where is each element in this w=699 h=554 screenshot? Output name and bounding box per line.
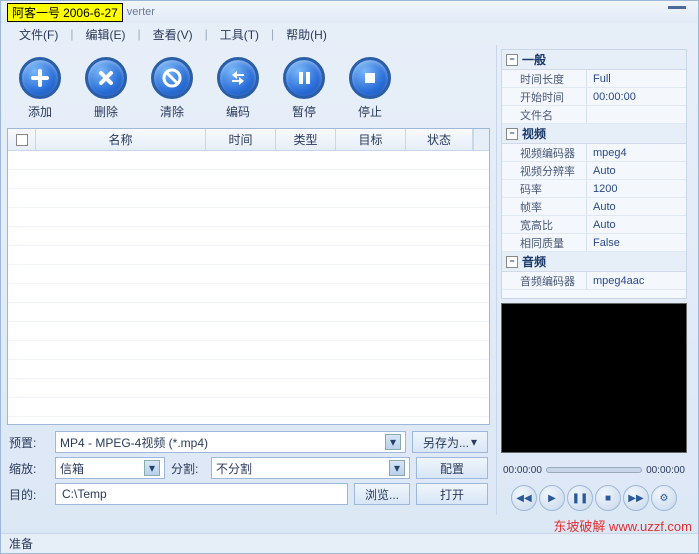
badge: 阿客一号 2006-6-27	[7, 3, 123, 22]
grid-body[interactable]	[8, 151, 489, 424]
add-button[interactable]: 添加	[19, 57, 61, 120]
player-next-button[interactable]: ▶▶	[623, 485, 649, 511]
browse-button[interactable]: 浏览...	[354, 483, 410, 505]
watermark: 东坡破解 www.uzzf.com	[553, 516, 692, 535]
minimize-button[interactable]	[668, 5, 686, 9]
clear-button[interactable]: 清除	[151, 57, 193, 120]
preset-label: 预置:	[9, 434, 49, 451]
chevron-down-icon: ▾	[389, 460, 405, 476]
file-grid[interactable]: 名称 时间 类型 目标 状态	[7, 128, 490, 425]
collapse-icon[interactable]: −	[506, 128, 518, 140]
player-stop-button[interactable]: ■	[595, 485, 621, 511]
video-preview	[501, 303, 687, 453]
col-status[interactable]: 状态	[406, 129, 473, 150]
titlebar: 阿客一号 2006-6-27 verter	[1, 1, 698, 23]
collapse-icon[interactable]: −	[506, 256, 518, 268]
col-type[interactable]: 类型	[276, 129, 336, 150]
player-settings-button[interactable]: ⚙	[651, 485, 677, 511]
player-prev-button[interactable]: ◀◀	[511, 485, 537, 511]
group-audio[interactable]: −音频	[502, 252, 686, 272]
plus-icon	[19, 57, 61, 99]
collapse-icon[interactable]: −	[506, 54, 518, 66]
saveas-button[interactable]: 另存为...▾	[412, 431, 488, 453]
open-button[interactable]: 打开	[416, 483, 488, 505]
title-suffix: verter	[127, 6, 155, 18]
menu-file[interactable]: 文件(F)	[11, 24, 66, 45]
delete-button[interactable]: 删除	[85, 57, 127, 120]
player-play-button[interactable]: ▶	[539, 485, 565, 511]
stop-icon	[349, 57, 391, 99]
toolbar: 添加 删除 清除 编码 暂停	[7, 49, 490, 126]
pause-icon	[283, 57, 325, 99]
forbid-icon	[151, 57, 193, 99]
split-select[interactable]: 不分割 ▾	[211, 457, 410, 479]
arrows-icon	[217, 57, 259, 99]
x-icon	[85, 57, 127, 99]
stop-button[interactable]: 停止	[349, 57, 391, 120]
seek-slider[interactable]	[546, 467, 642, 473]
time-total: 00:00:00	[646, 465, 685, 476]
preset-select[interactable]: MP4 - MPEG-4视频 (*.mp4) ▾	[55, 431, 406, 453]
menu-view[interactable]: 查看(V)	[145, 24, 201, 45]
menu-help[interactable]: 帮助(H)	[278, 24, 335, 45]
time-current: 00:00:00	[503, 465, 542, 476]
status-bar: 准备	[1, 533, 698, 553]
grid-scrollbar[interactable]	[473, 129, 489, 150]
group-video[interactable]: −视频	[502, 124, 686, 144]
dest-label: 目的:	[9, 486, 49, 503]
col-name[interactable]: 名称	[36, 129, 206, 150]
grid-header: 名称 时间 类型 目标 状态	[8, 129, 489, 151]
config-button[interactable]: 配置	[416, 457, 488, 479]
scale-select[interactable]: 信箱 ▾	[55, 457, 165, 479]
scale-label: 缩放:	[9, 460, 49, 477]
pause-button[interactable]: 暂停	[283, 57, 325, 120]
check-all[interactable]	[16, 134, 28, 146]
col-target[interactable]: 目标	[336, 129, 406, 150]
player-pause-button[interactable]: ❚❚	[567, 485, 593, 511]
chevron-down-icon: ▾	[385, 434, 401, 450]
properties-panel[interactable]: −一般 时间长度Full 开始时间00:00:00 文件名 −视频 视频编码器m…	[501, 49, 687, 299]
dest-input[interactable]: C:\Temp	[55, 483, 348, 505]
menu-edit[interactable]: 编辑(E)	[77, 24, 133, 45]
chevron-down-icon: ▾	[144, 460, 160, 476]
col-time[interactable]: 时间	[206, 129, 276, 150]
split-label: 分割:	[171, 460, 205, 477]
encode-button[interactable]: 编码	[217, 57, 259, 120]
menubar: 文件(F)| 编辑(E)| 查看(V)| 工具(T)| 帮助(H)	[1, 23, 698, 45]
group-general[interactable]: −一般	[502, 50, 686, 70]
menu-tools[interactable]: 工具(T)	[212, 24, 267, 45]
